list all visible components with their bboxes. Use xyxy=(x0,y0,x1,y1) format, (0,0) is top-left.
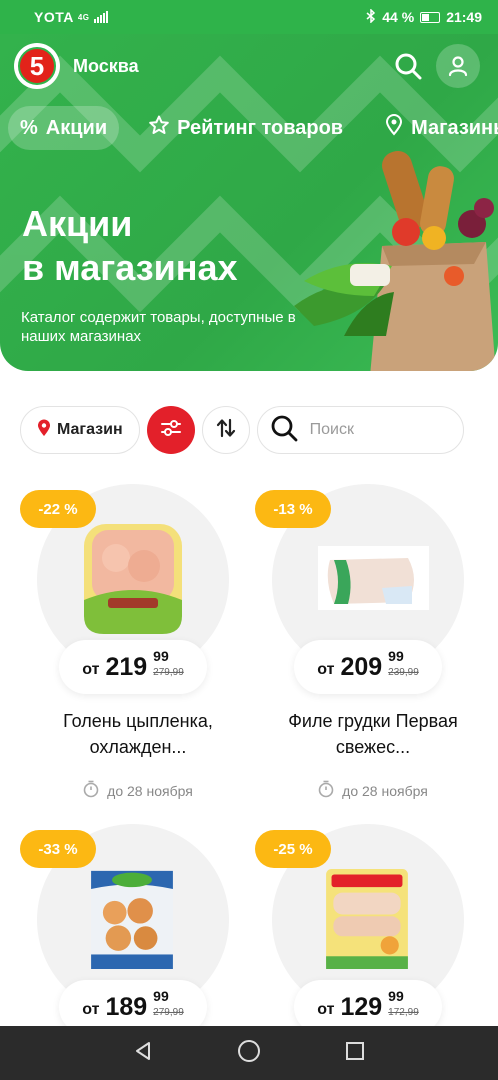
price-tag: от 209 99 239,99 xyxy=(294,640,442,694)
product-image xyxy=(84,524,182,634)
price-from: от xyxy=(82,1001,100,1018)
hero-title-line2: в магазинах xyxy=(22,247,238,288)
home-icon[interactable] xyxy=(237,1039,261,1068)
old-price: 279,99 xyxy=(153,666,184,678)
price-cents-group: 99 279,99 xyxy=(153,989,184,1020)
discount-badge: -22 % xyxy=(20,490,96,528)
location-pin-icon xyxy=(37,419,51,442)
price-value: 219 xyxy=(105,652,148,681)
filter-settings-button[interactable] xyxy=(146,406,195,454)
price-from: от xyxy=(317,1001,335,1018)
store-filter-button[interactable]: Магазин xyxy=(20,406,140,454)
price-from: от xyxy=(82,661,100,678)
sliders-icon xyxy=(160,418,182,443)
status-bar: YOTA 4G 44 % 21:49 xyxy=(0,0,498,34)
old-price: 279,99 xyxy=(153,1006,184,1018)
hero-banner: 5 Москва % Акции Рейтинг товаров Магазин… xyxy=(0,34,498,371)
carrier-name: YOTA xyxy=(34,9,74,25)
price-cents-group: 99 239,99 xyxy=(388,649,419,680)
price-value: 189 xyxy=(105,992,148,1021)
status-left: YOTA 4G xyxy=(34,9,108,25)
promo-until-text: до 28 ноября xyxy=(342,782,428,799)
sort-button[interactable] xyxy=(201,406,250,454)
category-chips: % Акции Рейтинг товаров Магазины xyxy=(8,106,498,150)
price-cents-group: 99 172,99 xyxy=(388,989,419,1020)
city-selector[interactable]: Москва xyxy=(73,56,388,77)
price-cents: 99 xyxy=(388,647,404,664)
chip-rating[interactable]: Рейтинг товаров xyxy=(137,106,355,150)
grocery-bag-image xyxy=(294,150,496,371)
top-bar: 5 Москва xyxy=(14,42,480,90)
search-field[interactable] xyxy=(256,406,464,454)
old-price: 239,99 xyxy=(388,666,419,678)
search-input[interactable] xyxy=(309,421,430,439)
recents-icon[interactable] xyxy=(344,1040,366,1067)
product-name: Голень цыпленка, охлажден... xyxy=(63,711,213,757)
promo-until: до 28 ноября xyxy=(255,780,491,801)
clock: 21:49 xyxy=(446,9,482,25)
search-icon[interactable] xyxy=(388,46,428,86)
star-icon xyxy=(149,115,169,141)
network-type: 4G xyxy=(77,12,90,22)
profile-icon[interactable] xyxy=(436,44,480,88)
timer-icon xyxy=(83,780,99,801)
location-pin-icon xyxy=(385,114,403,142)
hero-title: Акции в магазинах xyxy=(22,202,238,290)
timer-icon xyxy=(318,780,334,801)
hero-title-line1: Акции xyxy=(22,203,133,244)
old-price: 172,99 xyxy=(388,1006,419,1018)
search-icon xyxy=(270,414,298,447)
promo-until: до 28 ноября xyxy=(20,780,256,801)
back-icon[interactable] xyxy=(132,1040,154,1067)
percent-icon: % xyxy=(20,116,38,139)
promo-until-text: до 28 ноября xyxy=(107,782,193,799)
price-cents: 99 xyxy=(153,987,169,1004)
filter-bar: Магазин xyxy=(20,406,464,454)
discount-badge: -33 % xyxy=(20,830,96,868)
chip-label: Акции xyxy=(45,116,108,139)
product-image xyxy=(91,870,173,969)
bluetooth-icon xyxy=(366,7,376,26)
product-image xyxy=(326,869,408,969)
price-value: 129 xyxy=(340,992,383,1021)
sort-arrows-icon xyxy=(215,418,237,443)
price-cents-group: 99 279,99 xyxy=(153,649,184,680)
chip-stores[interactable]: Магазины xyxy=(373,106,498,150)
logo[interactable]: 5 xyxy=(14,43,60,89)
status-right: 44 % 21:49 xyxy=(366,7,482,26)
battery-percent: 44 % xyxy=(382,9,415,25)
chip-label: Магазины xyxy=(411,116,498,139)
chip-label: Рейтинг товаров xyxy=(177,116,344,139)
price-value: 209 xyxy=(340,652,383,681)
product-image xyxy=(318,546,429,610)
product-name: Филе грудки Первая свежес... xyxy=(288,711,458,757)
signal-icon xyxy=(93,11,108,23)
system-nav-bar xyxy=(0,1026,498,1080)
price-cents: 99 xyxy=(388,987,404,1004)
discount-badge: -25 % xyxy=(255,830,331,868)
price-from: от xyxy=(317,661,335,678)
logo-mark: 5 xyxy=(18,47,56,85)
price-tag: от 219 99 279,99 xyxy=(59,640,207,694)
discount-badge: -13 % xyxy=(255,490,331,528)
battery-icon xyxy=(420,11,441,23)
price-cents: 99 xyxy=(153,647,169,664)
store-filter-label: Магазин xyxy=(57,421,123,438)
chip-promotions[interactable]: % Акции xyxy=(8,106,120,150)
